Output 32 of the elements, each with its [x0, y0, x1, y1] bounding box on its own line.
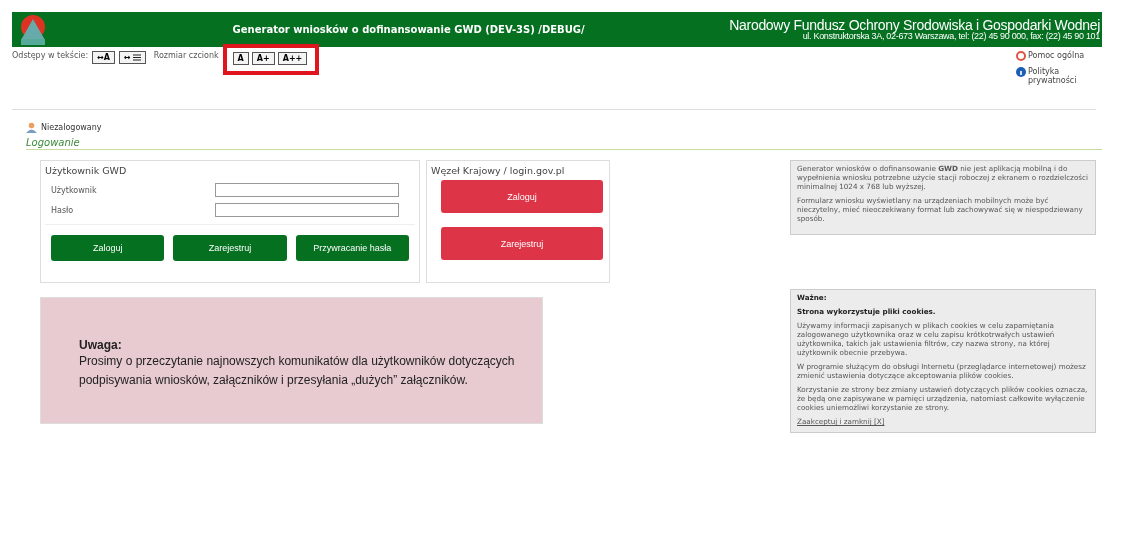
user-icon — [26, 122, 37, 133]
app-title: Generator wniosków o dofinansowanie GWD (DEV-3S) /DEBUG/ — [231, 24, 586, 35]
field-label: Użytkownik — [51, 185, 98, 195]
section-title: Logowanie — [26, 137, 1102, 150]
font-size-button[interactable]: A++ — [277, 52, 308, 65]
notice-title: Uwaga: — [79, 338, 123, 352]
font-size-button[interactable]: A — [232, 52, 249, 65]
nav-link[interactable]: Polityka prywatności — [1016, 67, 1096, 85]
login-button[interactable]: Zaloguj — [441, 180, 603, 213]
organization-address: ul. Konstruktorska 3A, 02-673 Warszawa, tel: (22) 45 90 000, fax: (22) 45 90 101 — [802, 32, 1100, 41]
login-button[interactable]: Przywracanie hasła — [295, 235, 409, 261]
notice-text: Prosimy o przeczytanie najnowszych komunikatów dla użytkowników dotyczących podpisywania wniosków, załączników i przesyłania „dużych” załączników. — [79, 353, 516, 389]
spacing-button[interactable]: ↔ — [119, 51, 146, 64]
lifebuoy-icon — [1016, 51, 1026, 61]
input-field[interactable] — [215, 203, 399, 217]
input-field[interactable] — [215, 183, 399, 197]
font-size-button[interactable]: A+ — [251, 52, 275, 65]
field-label: Hasło — [51, 205, 75, 215]
panel-title: Węzeł Krajowy / login.gov.pl — [431, 165, 566, 176]
login-button[interactable]: Zaloguj — [51, 235, 165, 261]
panel-title: Użytkownik GWD — [45, 165, 128, 176]
login-button[interactable]: Zarejestruj — [173, 235, 287, 261]
spacing-label: Odstępy w tekście: — [12, 51, 89, 60]
nav-link[interactable]: Pomoc ogólna — [1016, 51, 1096, 63]
login-button[interactable]: Zarejestruj — [441, 227, 603, 260]
info-icon — [1016, 67, 1026, 77]
organization-name: Narodowy Fundusz Ochrony Srodowiska i Gospodarki Wodnej — [729, 18, 1100, 32]
logo-icon — [18, 13, 48, 46]
spacing-button[interactable]: ↔A — [92, 51, 116, 64]
login-status: Niezalogowany — [41, 123, 102, 132]
lines-icon — [132, 54, 141, 61]
font-size-label: Rozmiar czcionk — [153, 51, 219, 60]
